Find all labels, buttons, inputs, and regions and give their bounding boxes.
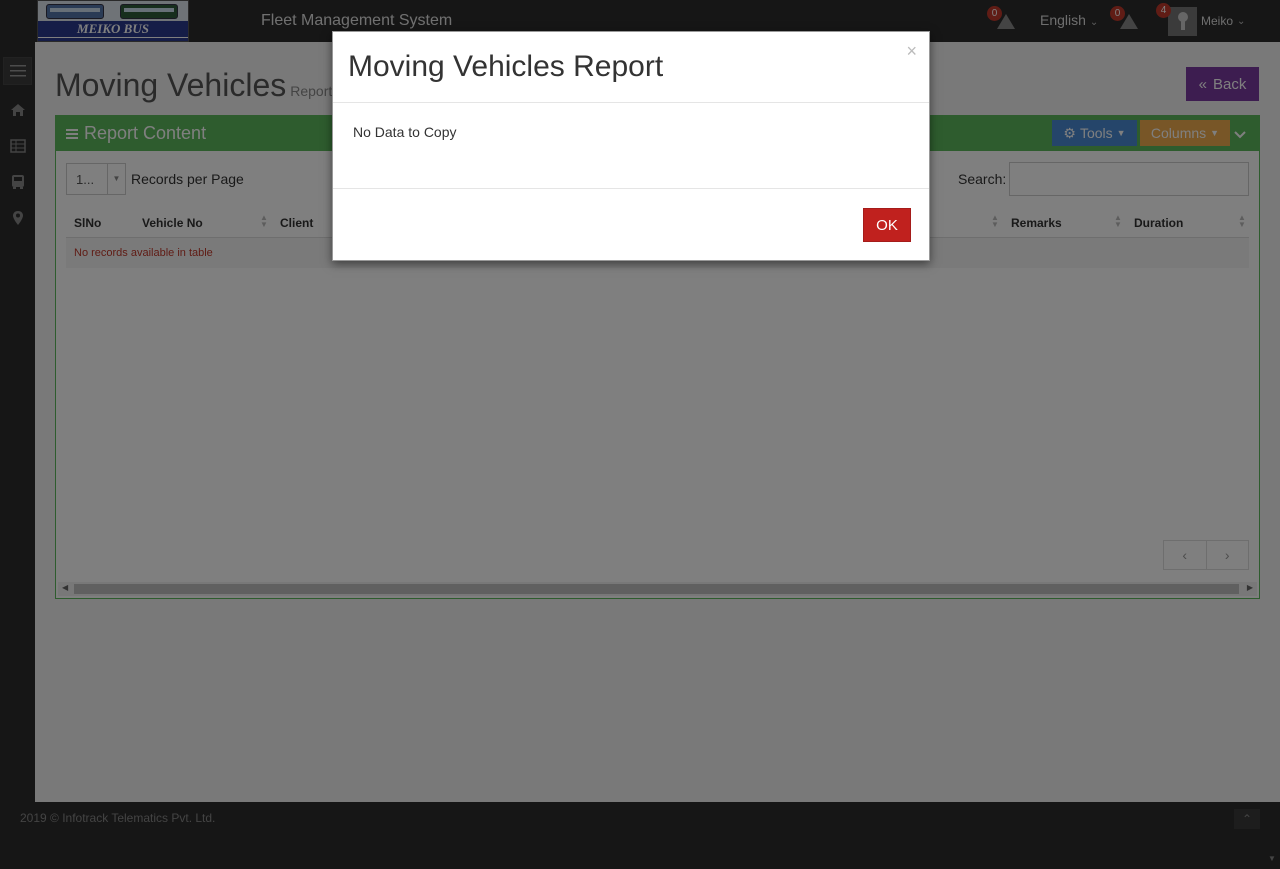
dialog-title: Moving Vehicles Report: [348, 50, 664, 83]
close-icon[interactable]: ×: [906, 41, 917, 62]
dialog-message: No Data to Copy: [353, 124, 457, 140]
dialog-header: Moving Vehicles Report ×: [333, 32, 929, 103]
report-dialog: Moving Vehicles Report × No Data to Copy…: [332, 31, 930, 261]
dialog-footer: OK: [333, 188, 929, 262]
ok-button[interactable]: OK: [863, 208, 911, 242]
